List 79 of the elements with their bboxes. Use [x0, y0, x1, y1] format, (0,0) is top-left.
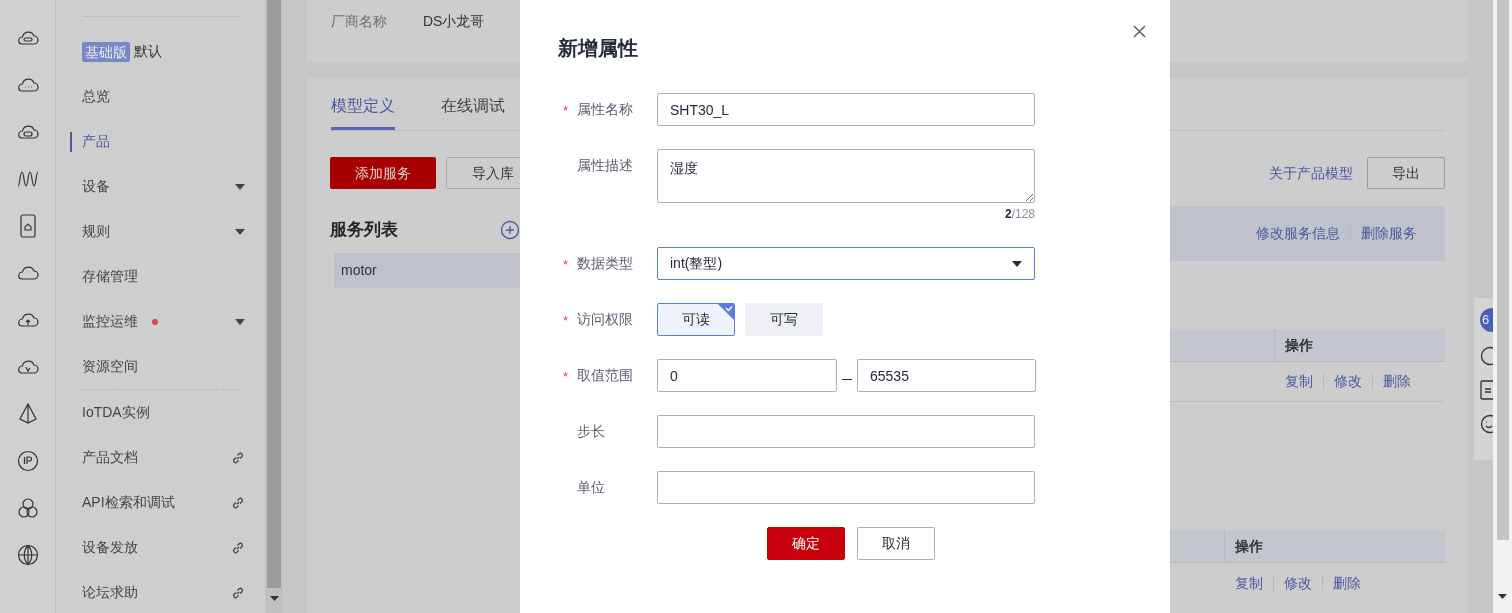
column-header: 操作 [1285, 335, 1313, 355]
sidebar-item[interactable]: 存储管理 [82, 266, 138, 287]
action-link[interactable]: 修改 [1284, 572, 1312, 594]
field-label: 属性名称 [577, 101, 633, 117]
sidebar-item[interactable]: 设备 [82, 176, 110, 197]
about-model-link[interactable]: 关于产品模型 [1269, 162, 1353, 184]
field-label: 数据类型 [577, 255, 633, 271]
link-icon[interactable] [231, 585, 245, 600]
globe-icon[interactable] [16, 543, 39, 566]
text-field[interactable] [657, 415, 1035, 448]
sidebar-item[interactable]: 总览 [82, 86, 110, 107]
field-label: 属性描述 [577, 157, 633, 173]
scroll-down-icon[interactable] [269, 596, 279, 601]
action-link[interactable]: 修改 [1334, 371, 1362, 392]
character-counter: 2/128 [1004, 206, 1035, 222]
action-link[interactable]: 删除 [1383, 371, 1411, 392]
link-icon[interactable] [231, 540, 245, 555]
action-link[interactable]: 删除服务 [1361, 223, 1417, 244]
sidebar-item[interactable]: 产品 [82, 131, 110, 152]
confirm-button[interactable]: 确定 [767, 527, 845, 560]
access-option[interactable]: 可写 [745, 303, 823, 336]
text-field[interactable]: SHT30_L [657, 93, 1035, 126]
tab[interactable]: 在线调试 [441, 95, 505, 130]
link-icon[interactable] [231, 495, 245, 510]
data-type-select[interactable]: int(整型) [657, 247, 1035, 280]
vendor-label: 厂商名称 [331, 12, 387, 31]
text-field[interactable] [657, 471, 1035, 504]
field-label: 取值范围 [577, 367, 633, 383]
sidebar-item[interactable]: 产品文档 [82, 447, 138, 468]
sidebar-scrollbar[interactable] [265, 0, 283, 613]
pyramid-icon[interactable] [17, 402, 38, 425]
sidebar-item[interactable]: 资源空间 [82, 356, 138, 377]
action-link[interactable]: 修改服务信息 [1256, 223, 1340, 244]
service-list-title: 服务列表 [330, 219, 398, 242]
access-option[interactable]: 可读 [657, 303, 735, 336]
required-mark: * [563, 369, 569, 384]
vendor-name: DS小龙哥 [423, 12, 485, 31]
field-label: 单位 [577, 479, 605, 495]
max-field[interactable]: 65535 [857, 359, 1036, 392]
add-circle-icon[interactable] [500, 220, 520, 240]
check-corner-icon [718, 304, 734, 320]
sidebar-item[interactable]: 设备发放 [82, 537, 138, 558]
caret-icon[interactable] [235, 183, 245, 190]
close-icon[interactable] [1133, 24, 1146, 38]
action-link[interactable]: 复制 [1285, 371, 1313, 392]
action-link[interactable]: 删除 [1333, 572, 1361, 594]
caret-icon[interactable] [235, 318, 245, 325]
page-scrollbar[interactable] [1493, 0, 1512, 613]
sidebar-item[interactable]: 监控运维 [82, 311, 138, 332]
field-label: 步长 [577, 423, 605, 439]
column-header: 操作 [1235, 536, 1263, 556]
link-icon[interactable] [231, 450, 245, 465]
export-button[interactable]: 导出 [1367, 157, 1445, 189]
ip-icon[interactable] [16, 449, 39, 472]
cancel-button[interactable]: 取消 [857, 527, 935, 560]
edition-name: 默认 [134, 42, 162, 61]
dialog-title: 新增属性 [558, 36, 638, 61]
add-service-button[interactable]: 添加服务 [330, 157, 436, 189]
tab[interactable]: 模型定义 [331, 95, 395, 130]
field-label: 访问权限 [577, 311, 633, 327]
range-dash [842, 379, 852, 380]
service-item[interactable]: motor [334, 253, 520, 288]
sidebar-item[interactable]: API检索和调试 [82, 492, 175, 513]
description-field[interactable]: 湿度 [657, 149, 1035, 203]
edition-badge: 基础版 [82, 41, 130, 62]
scroll-down-icon[interactable] [1498, 594, 1507, 599]
required-mark: * [563, 257, 569, 272]
notification-badge[interactable]: 6 [1480, 308, 1493, 332]
sidebar-item[interactable]: IoTDA实例 [82, 402, 150, 423]
required-mark: * [563, 313, 569, 328]
action-link[interactable]: 复制 [1235, 572, 1263, 594]
min-field[interactable]: 0 [657, 359, 837, 392]
document-icon[interactable] [1480, 380, 1493, 400]
sidebar-item[interactable]: 论坛求助 [82, 582, 138, 603]
sidebar-item[interactable]: 规则 [82, 221, 110, 242]
circles-icon[interactable] [16, 496, 39, 519]
phone-icon[interactable] [18, 213, 37, 238]
caret-icon[interactable] [235, 228, 245, 235]
required-mark: * [563, 103, 569, 118]
